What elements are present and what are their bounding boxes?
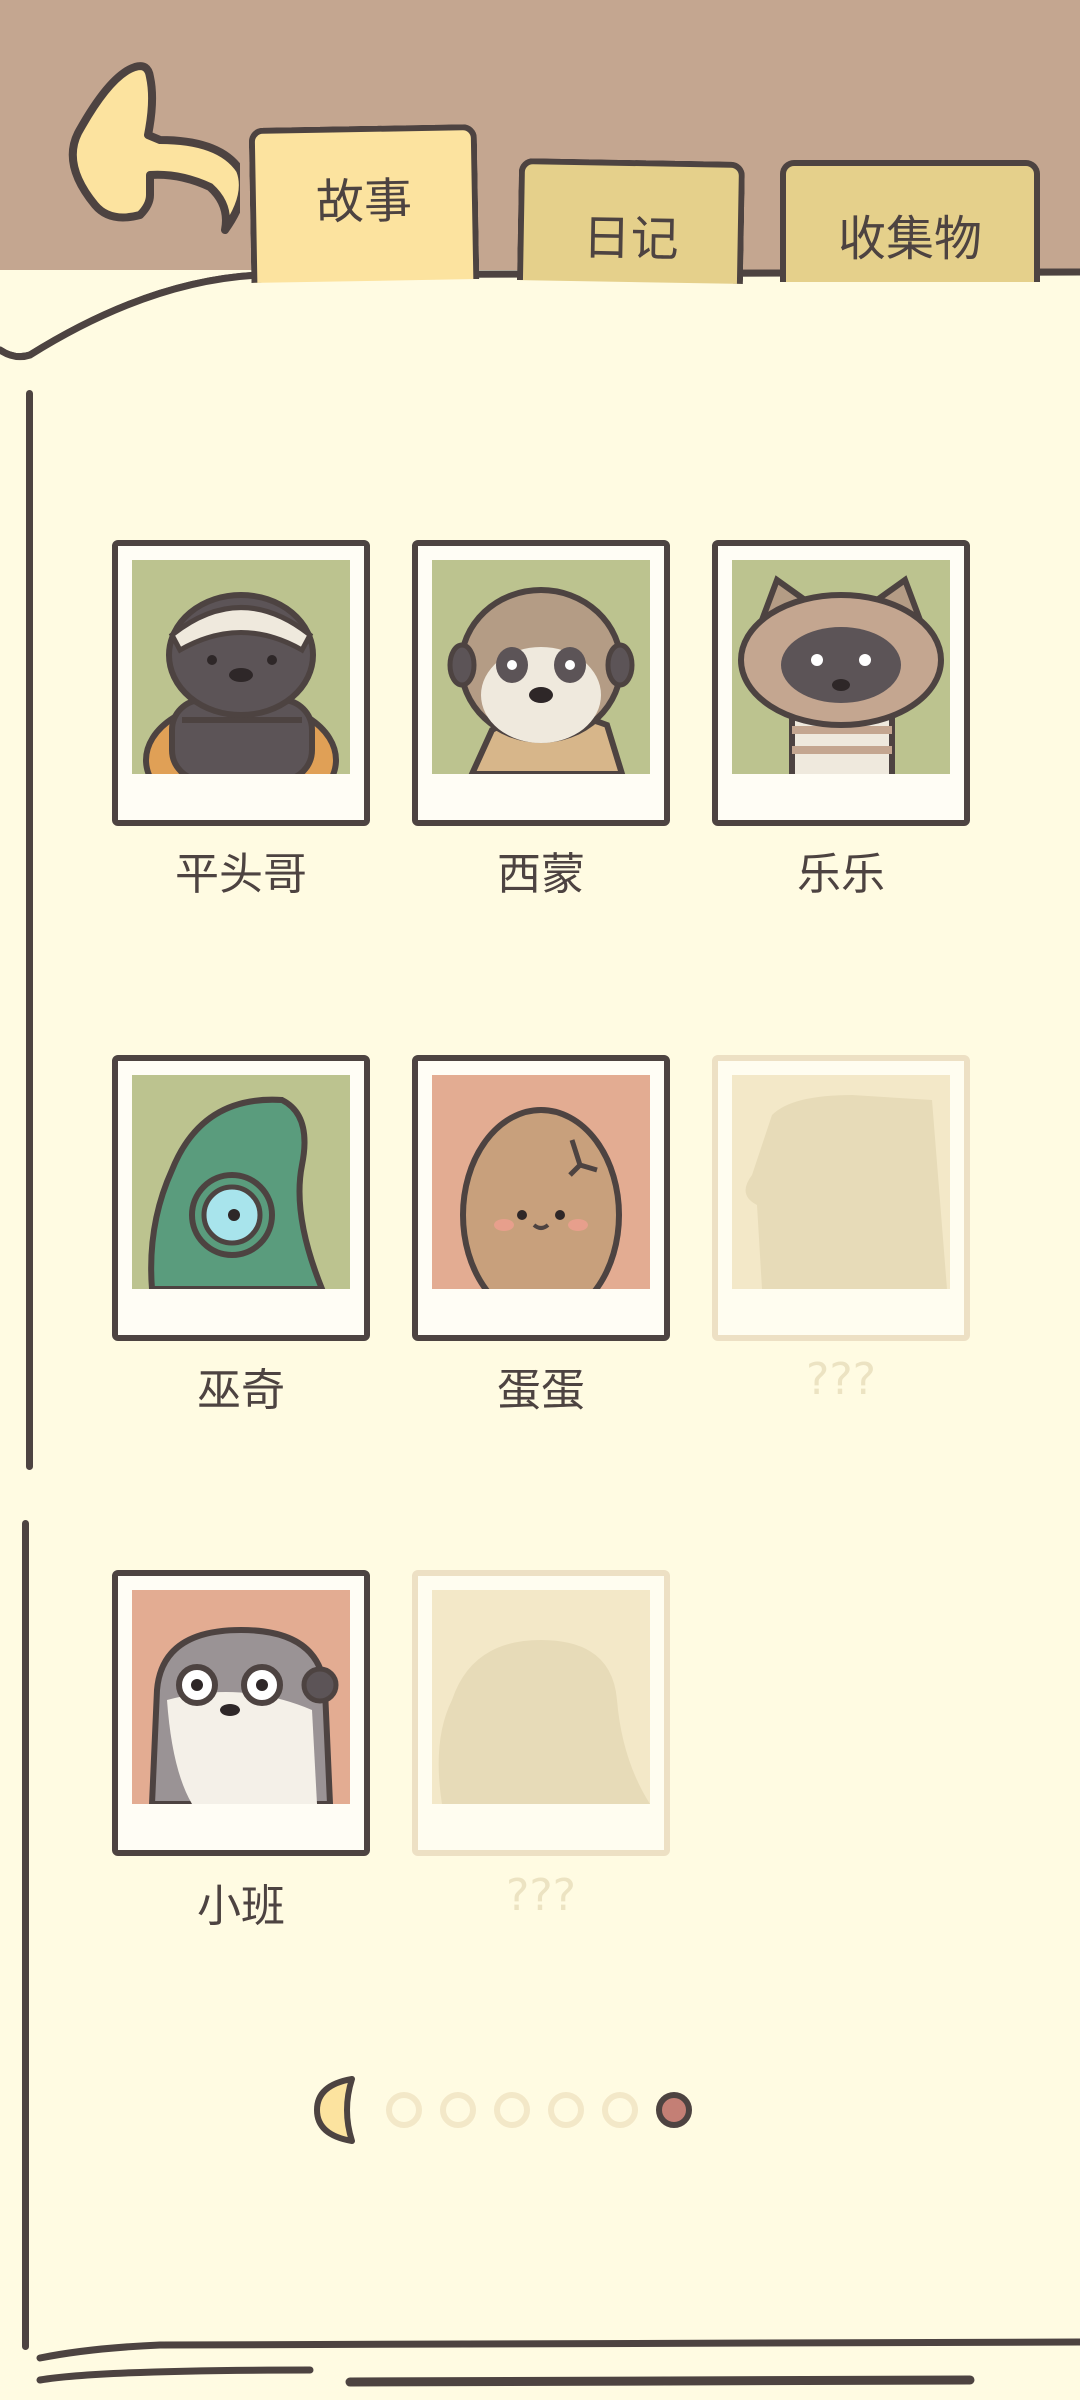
back-arrow-icon xyxy=(68,62,247,234)
character-name: 巫奇 xyxy=(197,1365,285,1416)
character-name-locked: ??? xyxy=(505,1870,577,1921)
page-dot[interactable] xyxy=(386,2092,422,2128)
page-left-border-lower xyxy=(22,1520,29,2350)
tab-diary[interactable]: 日记 xyxy=(516,158,746,284)
otter-icon xyxy=(132,1590,350,1804)
page-dot[interactable] xyxy=(602,2092,638,2128)
character-name: 平头哥 xyxy=(175,849,307,900)
silhouette-icon xyxy=(732,1075,950,1289)
tab-diary-label: 日记 xyxy=(582,210,680,268)
character-name: 西蒙 xyxy=(497,849,585,900)
tab-story[interactable]: 故事 xyxy=(248,124,480,283)
character-card[interactable] xyxy=(112,540,370,826)
character-card[interactable] xyxy=(112,1570,370,1856)
character-card[interactable] xyxy=(412,540,670,826)
back-button[interactable] xyxy=(50,55,247,235)
previous-page-button[interactable] xyxy=(312,2075,360,2145)
locked-character-card[interactable] xyxy=(412,1570,670,1856)
page-bottom-border xyxy=(36,2338,1080,2387)
page-left-border xyxy=(26,390,33,1470)
page-dot[interactable] xyxy=(494,2092,530,2128)
character-card[interactable] xyxy=(712,540,970,826)
character-name-locked: ??? xyxy=(805,1354,877,1405)
chameleon-icon xyxy=(132,1075,350,1289)
tab-collectibles-label: 收集物 xyxy=(837,211,982,267)
tab-story-label: 故事 xyxy=(315,172,413,231)
tab-collectibles[interactable]: 收集物 xyxy=(780,160,1040,282)
character-name: 小班 xyxy=(197,1881,285,1932)
character-card[interactable] xyxy=(412,1055,670,1341)
page-dot[interactable] xyxy=(440,2092,476,2128)
character-name: 蛋蛋 xyxy=(497,1365,585,1416)
page-dot[interactable] xyxy=(656,2092,692,2128)
egg-icon xyxy=(432,1075,650,1289)
meerkat-icon xyxy=(432,560,650,774)
half-moon-left-icon xyxy=(314,2076,355,2144)
page-dot[interactable] xyxy=(548,2092,584,2128)
character-name: 乐乐 xyxy=(797,849,885,900)
silhouette-icon xyxy=(432,1590,650,1804)
raccoon-icon xyxy=(732,560,950,774)
locked-character-card[interactable] xyxy=(712,1055,970,1341)
character-card[interactable] xyxy=(112,1055,370,1341)
honey-badger-icon xyxy=(132,560,350,774)
